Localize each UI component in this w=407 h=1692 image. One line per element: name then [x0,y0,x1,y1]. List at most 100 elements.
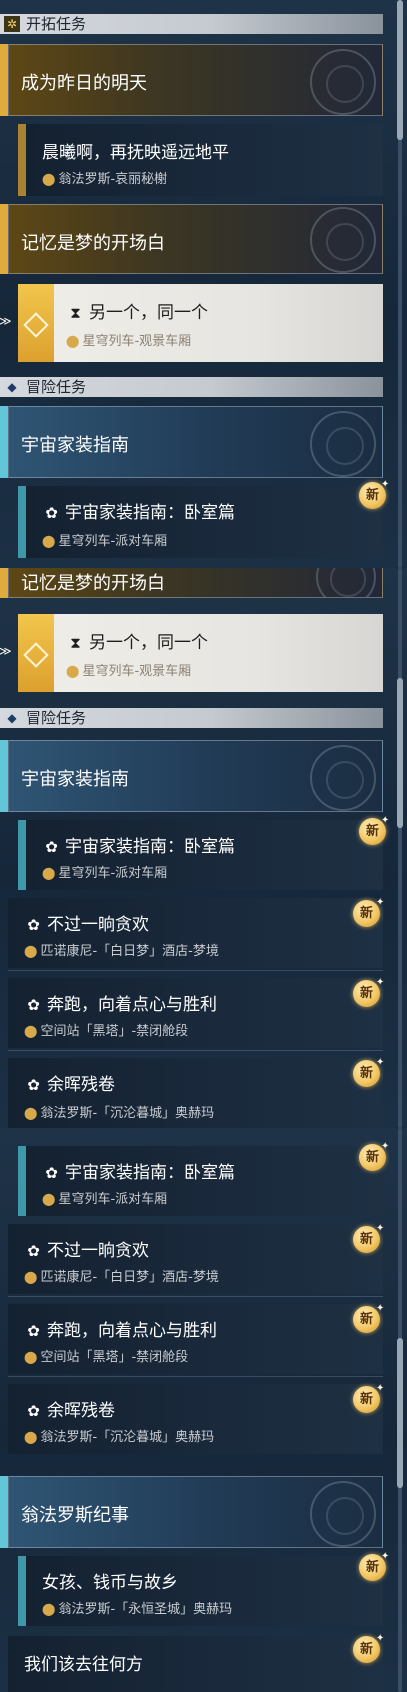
scrollbar-thumb[interactable] [397,0,403,140]
category-accent-bar [0,44,8,116]
task-title: ✿ 奔跑，向着点心与胜利 [24,1316,217,1341]
task-title: ✿ 宇宙家装指南：卧室篇 [42,1158,235,1183]
task-row-selected[interactable]: ⧗ 另一个，同一个 ⬤ 星穹列车-观景车厢 [18,614,383,692]
selection-arrow-icon: ≫ [0,314,12,328]
task-row[interactable]: ✿ 余晖残卷 ⬤ 翁法罗斯-「沉沦暮城」奥赫玛 [8,1384,383,1454]
task-accent-bar [18,124,26,196]
section-header-trailblaze[interactable]: ✲ 开拓任务 [0,14,383,34]
task-accent-bar [18,820,26,890]
current-task-diamond-icon [18,284,54,362]
companion-mission-icon: ✿ [27,1242,40,1260]
sparkle-icon: ✦ [381,479,390,490]
location-pin-icon: ⬤ [24,1106,38,1120]
category-row[interactable]: 宇宙家装指南 [8,740,383,812]
task-title: ✿ 奔跑，向着点心与胜利 [24,990,217,1015]
category-row[interactable]: 记忆是梦的开场白 [8,204,383,274]
task-location: ⬤ 空间站「黑塔」-禁闭舱段 [24,1350,189,1365]
task-title: ✿ 不过一晌贪欢 [24,910,149,935]
category-row[interactable]: 翁法罗斯纪事 [8,1476,383,1548]
task-title: ⧗ 另一个，同一个 [66,298,208,323]
task-title: 我们该去往何方 [24,1655,143,1675]
quest-panel-1: ✲ 开拓任务 成为昨日的明天 晨曦啊，再抚映遥远地平 ⬤ 翁法罗斯-哀丽秘榭 记忆… [0,0,407,568]
sparkle-icon: ✦ [376,1057,385,1068]
task-location: ⬤ 星穹列车-观景车厢 [66,664,192,679]
emblem-watermark-icon [310,411,376,477]
emblem-watermark-icon [316,568,376,597]
category-accent-bar [0,406,8,478]
task-title: ✿ 宇宙家装指南：卧室篇 [42,832,235,857]
divider [8,970,383,971]
category-title: 翁法罗斯纪事 [21,1505,129,1526]
task-row[interactable]: 我们该去往何方 [8,1636,383,1692]
task-location: ⬤ 翁法罗斯-「沉沦暮城」奥赫玛 [24,1106,215,1121]
task-title: ✿ 不过一晌贪欢 [24,1236,149,1261]
emblem-watermark-icon [310,745,376,811]
section-header-adventure[interactable]: ◆ 冒险任务 [0,377,383,397]
divider [8,1376,383,1377]
task-row[interactable]: ✿ 宇宙家装指南：卧室篇 ⬤ 星穹列车-派对车厢 [26,486,383,558]
task-location: ⬤ 匹诺康尼-「白日梦」酒店-梦境 [24,1270,219,1285]
task-row[interactable]: ✿ 奔跑，向着点心与胜利 ⬤ 空间站「黑塔」-禁闭舱段 [8,978,383,1048]
category-row[interactable]: 成为昨日的明天 [8,44,383,116]
task-title: ⧗ 另一个，同一个 [66,628,208,653]
emblem-watermark-icon [310,1481,376,1547]
category-row[interactable]: 记忆是梦的开场白 [8,568,383,598]
task-location: ⬤ 星穹列车-派对车厢 [42,534,168,549]
task-row[interactable]: ✿ 不过一晌贪欢 ⬤ 匹诺康尼-「白日梦」酒店-梦境 [8,1224,383,1294]
companion-mission-icon: ✿ [27,1076,40,1094]
selection-arrow-icon: ≫ [0,644,12,658]
task-accent-bar [18,1556,26,1626]
category-row[interactable]: 宇宙家装指南 [8,406,383,478]
sparkle-icon: ✦ [381,1141,390,1152]
location-pin-icon: ⬤ [66,334,80,348]
location-pin-icon: ⬤ [42,172,56,186]
location-pin-icon: ⬤ [42,1192,56,1206]
task-location: ⬤ 翁法罗斯-「沉沦暮城」奥赫玛 [24,1430,215,1445]
location-pin-icon: ⬤ [42,1602,56,1616]
scrollbar-thumb[interactable] [397,678,403,828]
task-title: 女孩、钱币与故乡 [42,1573,178,1593]
hourglass-icon: ⧗ [70,304,81,322]
task-row-selected[interactable]: ⧗ 另一个，同一个 ⬤ 星穹列车-观景车厢 [18,284,383,362]
task-location: ⬤ 空间站「黑塔」-禁闭舱段 [24,1024,189,1039]
companion-mission-icon: ✿ [45,504,58,522]
category-title: 记忆是梦的开场白 [21,233,165,254]
companion-mission-icon: ✿ [27,1402,40,1420]
location-pin-icon: ⬤ [24,1350,38,1364]
quest-panel-2: 记忆是梦的开场白 ≫ ⧗ 另一个，同一个 ⬤ 星穹列车-观景车厢 ◆ 冒险任务 宇宙… [0,568,407,1128]
section-header-adventure[interactable]: ◆ 冒险任务 [0,708,383,728]
hourglass-icon: ⧗ [70,634,81,652]
task-location: ⬤ 星穹列车-观景车厢 [66,334,192,349]
task-row[interactable]: ✿ 奔跑，向着点心与胜利 ⬤ 空间站「黑塔」-禁闭舱段 [8,1304,383,1374]
sparkle-icon: ✦ [376,1223,385,1234]
sparkle-icon: ✦ [376,1383,385,1394]
task-location: ⬤ 翁法罗斯-「永恒圣城」奥赫玛 [42,1602,233,1617]
emblem-watermark-icon [310,207,376,273]
category-accent-bar [0,568,8,598]
task-row[interactable]: ✿ 不过一晌贪欢 ⬤ 匹诺康尼-「白日梦」酒店-梦境 [8,898,383,968]
location-pin-icon: ⬤ [24,1430,38,1444]
task-row[interactable]: ✿ 宇宙家装指南：卧室篇 ⬤ 星穹列车-派对车厢 [26,1146,383,1216]
task-location: ⬤ 星穹列车-派对车厢 [42,1192,168,1207]
location-pin-icon: ⬤ [42,866,56,880]
task-row[interactable]: ✿ 宇宙家装指南：卧室篇 ⬤ 星穹列车-派对车厢 [26,820,383,890]
scrollbar-track[interactable] [398,568,402,1128]
divider [8,1050,383,1051]
location-pin-icon: ⬤ [24,944,38,958]
category-title: 记忆是梦的开场白 [21,573,165,594]
task-row[interactable]: ✿ 余晖残卷 ⬤ 翁法罗斯-「沉沦暮城」奥赫玛 [8,1058,383,1128]
location-pin-icon: ⬤ [24,1270,38,1284]
quest-log-screenshot-strip: ✲ 开拓任务 成为昨日的明天 晨曦啊，再抚映遥远地平 ⬤ 翁法罗斯-哀丽秘榭 记忆… [0,0,407,1692]
scrollbar-thumb[interactable] [397,1338,403,1488]
location-pin-icon: ⬤ [24,1024,38,1038]
category-accent-bar [0,740,8,812]
task-row[interactable]: 晨曦啊，再抚映遥远地平 ⬤ 翁法罗斯-哀丽秘榭 [26,124,383,196]
task-row[interactable]: 女孩、钱币与故乡 ⬤ 翁法罗斯-「永恒圣城」奥赫玛 [26,1556,383,1626]
category-title: 宇宙家装指南 [21,435,129,456]
sparkle-icon: ✦ [381,1551,390,1562]
companion-mission-icon: ✿ [45,838,58,856]
companion-mission-icon: ✿ [27,1322,40,1340]
sparkle-icon: ✦ [376,897,385,908]
emblem-watermark-icon [310,49,376,115]
adventure-mission-icon: ◆ [7,380,17,394]
